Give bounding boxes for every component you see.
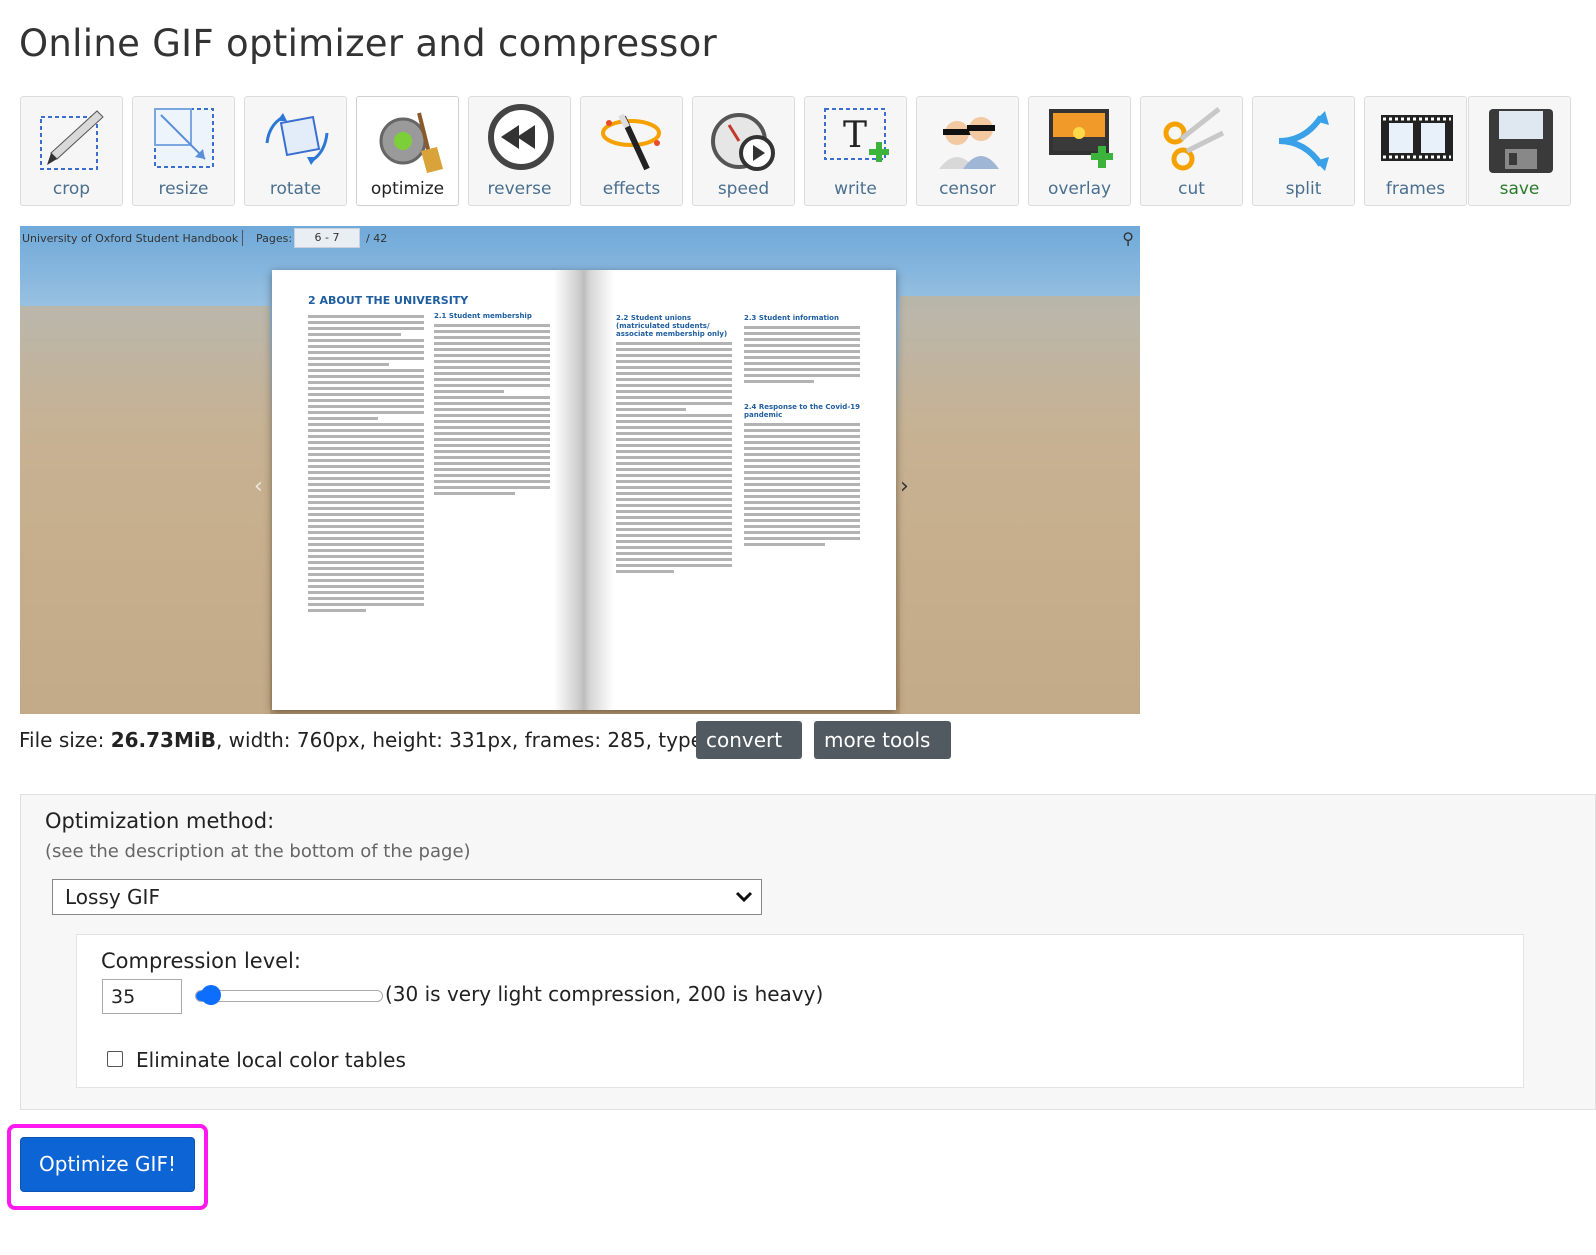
- frames-icon: [1381, 115, 1453, 161]
- slider-thumb[interactable]: [201, 985, 222, 1005]
- pages-label: Pages:: [256, 232, 293, 245]
- tool-label: cut: [1178, 179, 1205, 199]
- chevron-down-icon: [735, 891, 753, 903]
- eliminate-color-tables-label: Eliminate local color tables: [136, 1048, 406, 1072]
- overlay-icon: [1049, 109, 1113, 168]
- tool-cut[interactable]: cut: [1140, 96, 1243, 206]
- tool-label: effects: [602, 179, 661, 199]
- text-column: 2.1 Student membership: [434, 312, 550, 498]
- optimization-method-hint: (see the description at the bottom of th…: [45, 841, 471, 862]
- sub-heading: 2.2 Student unions (matriculated student…: [616, 314, 728, 338]
- tool-label: rotate: [269, 179, 322, 199]
- speed-icon: [711, 113, 775, 171]
- tool-frames[interactable]: frames: [1364, 96, 1467, 206]
- more-tools-label: more tools: [824, 728, 931, 752]
- sub-heading: 2.1 Student membership: [434, 312, 532, 320]
- optimize-gif-button[interactable]: Optimize GIF!: [20, 1137, 195, 1192]
- tool-label: crop: [52, 179, 91, 199]
- text-column: [308, 312, 424, 615]
- write-icon: T: [824, 108, 889, 162]
- file-info: File size: 26.73MiB, width: 760px, heigh…: [19, 728, 741, 752]
- compression-level-label: Compression level:: [101, 949, 301, 973]
- censor-icon: [939, 117, 999, 169]
- tool-rotate[interactable]: rotate: [244, 96, 347, 206]
- convert-button[interactable]: convert: [696, 721, 802, 783]
- text-column: 2.2 Student unions (matriculated student…: [616, 314, 732, 576]
- tool-label: frames: [1385, 179, 1446, 199]
- next-page-icon: ›: [900, 474, 909, 499]
- tool-label: censor: [939, 179, 996, 199]
- compression-level-input[interactable]: [102, 979, 182, 1014]
- file-dimensions: , width: 760px, height: 331px, frames: 2…: [215, 728, 742, 752]
- caret-down-icon: [712, 776, 722, 783]
- eliminate-color-tables-checkbox[interactable]: [107, 1051, 123, 1067]
- selected-method: Lossy GIF: [65, 885, 160, 909]
- compression-level-note: (30 is very light compression, 200 is he…: [385, 982, 824, 1006]
- reverse-icon: [488, 104, 554, 170]
- tool-save[interactable]: save: [1468, 96, 1571, 206]
- caret-down-icon: [830, 776, 840, 783]
- tool-crop[interactable]: crop: [20, 96, 123, 206]
- compression-settings: Compression level: (30 is very light com…: [76, 934, 1524, 1088]
- svg-text:T: T: [843, 115, 867, 156]
- tool-label: write: [834, 179, 877, 199]
- tool-optimize[interactable]: optimize: [356, 96, 459, 206]
- search-icon: ⚲: [1122, 229, 1134, 248]
- crop-icon: [40, 110, 104, 170]
- cut-icon: [1163, 107, 1225, 171]
- tool-label: speed: [717, 179, 770, 199]
- optimization-method-label: Optimization method:: [45, 809, 275, 833]
- section-heading: 2 ABOUT THE UNIVERSITY: [308, 294, 469, 307]
- tool-split[interactable]: split: [1252, 96, 1355, 206]
- sub-heading: 2.3 Student information: [744, 314, 839, 322]
- convert-label: convert: [706, 728, 783, 752]
- page-title: Online GIF optimizer and compressor: [19, 22, 718, 65]
- save-icon: [1489, 109, 1553, 173]
- gif-preview: University of Oxford Student Handbook Pa…: [20, 226, 1140, 714]
- tool-overlay[interactable]: overlay: [1028, 96, 1131, 206]
- tool-reverse[interactable]: reverse: [468, 96, 571, 206]
- previous-page-icon: ‹: [254, 474, 263, 499]
- split-icon: [1278, 111, 1329, 171]
- document-title: University of Oxford Student Handbook: [22, 232, 239, 245]
- tool-speed[interactable]: speed: [692, 96, 795, 206]
- tool-effects[interactable]: effects: [580, 96, 683, 206]
- tool-label: resize: [158, 179, 209, 199]
- viewer-toolbar: University of Oxford Student Handbook Pa…: [20, 226, 1140, 252]
- tool-label: reverse: [487, 179, 552, 199]
- tool-write[interactable]: T write: [804, 96, 907, 206]
- effects-icon: [601, 113, 661, 171]
- pages-total: / 42: [366, 232, 388, 245]
- rotate-icon: [265, 113, 329, 165]
- tool-bar: crop resize rotate optimize reverse effe…: [20, 96, 1596, 208]
- tool-label: overlay: [1047, 179, 1112, 199]
- optimize-icon: [379, 112, 443, 173]
- tool-label: split: [1285, 179, 1322, 199]
- options-panel: Optimization method: (see the descriptio…: [20, 794, 1596, 1110]
- resize-icon: [154, 108, 214, 168]
- book-spread: 2 ABOUT THE UNIVERSITY 2.1 Student membe…: [272, 270, 896, 710]
- more-tools-button[interactable]: more tools: [814, 721, 951, 783]
- compression-level-slider[interactable]: [195, 985, 383, 1005]
- text-column: 2.3 Student information 2.4 Response to …: [744, 314, 860, 549]
- sub-heading: 2.4 Response to the Covid-19 pandemic: [744, 403, 860, 419]
- file-size-label: File size:: [19, 728, 105, 752]
- pages-field: 6 - 7: [294, 228, 360, 248]
- tool-label: save: [1499, 179, 1540, 199]
- optimization-method-select[interactable]: Lossy GIF: [52, 879, 762, 915]
- tool-label: optimize: [370, 179, 445, 199]
- tool-resize[interactable]: resize: [132, 96, 235, 206]
- file-size-value: 26.73MiB: [110, 728, 216, 752]
- tool-censor[interactable]: censor: [916, 96, 1019, 206]
